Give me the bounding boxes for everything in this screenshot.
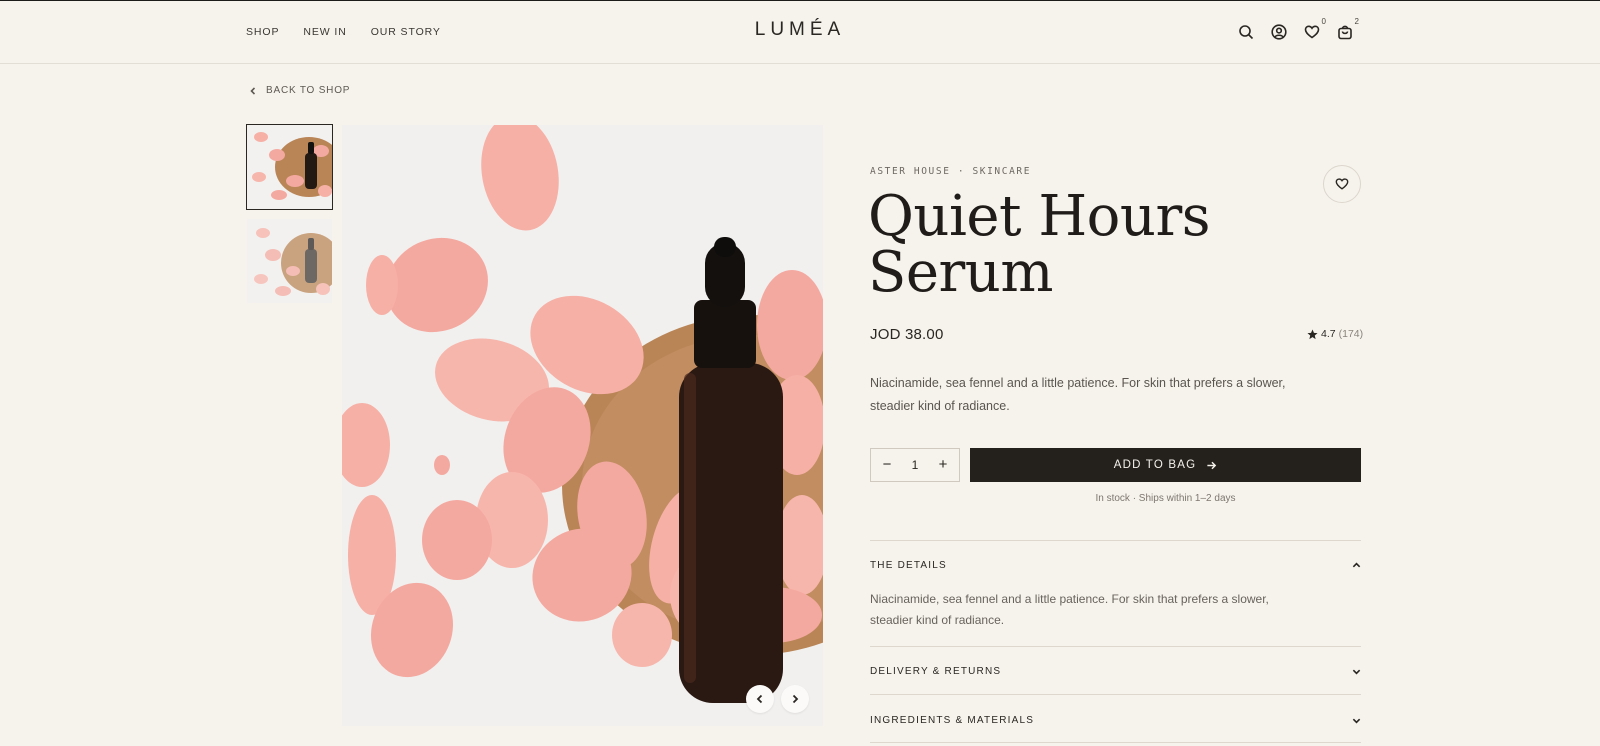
- accordion-details-body: Niacinamide, sea fennel and a little pat…: [870, 592, 1269, 627]
- product-main-image: [342, 125, 823, 726]
- brand-logo[interactable]: LUMÉA: [700, 19, 900, 41]
- account-button[interactable]: [1269, 21, 1289, 43]
- chevron-up-icon: [1352, 562, 1361, 567]
- accordion-divider: [870, 646, 1361, 647]
- product-description: Niacinamide, sea fennel and a little pat…: [870, 376, 1286, 413]
- product-thumbnail-image: [247, 125, 332, 209]
- accordion-divider: [870, 540, 1361, 541]
- quantity-value[interactable]: 1: [912, 458, 919, 472]
- arrow-right-icon: [1207, 461, 1217, 469]
- product-title: Quiet Hours Serum: [868, 189, 1288, 301]
- chevron-left-icon: [756, 694, 763, 704]
- chevron-right-icon: [792, 694, 799, 704]
- site-header: SHOP NEW IN OUR STORY LUMÉA 0 2: [0, 1, 1600, 64]
- nav-new-in[interactable]: NEW IN: [303, 26, 346, 38]
- bag-icon: [1338, 25, 1352, 40]
- accordion-details-header[interactable]: THE DETAILS: [870, 555, 1361, 575]
- accordion-delivery-label: DELIVERY & RETURNS: [870, 665, 1002, 677]
- decrease-quantity-button[interactable]: −: [879, 457, 895, 473]
- stock-status: In stock · Ships within 1–2 days: [1095, 493, 1236, 504]
- product-price: JOD 38.00: [870, 326, 944, 343]
- chevron-down-icon: [1352, 718, 1361, 723]
- chevron-left-icon: [250, 86, 256, 95]
- bag-count: 2: [1354, 17, 1359, 26]
- quantity-stepper: − 1 +: [870, 448, 960, 482]
- product-thumbnail-image: [247, 219, 332, 303]
- search-icon: [1239, 25, 1254, 40]
- product-title-line-2: Serum: [868, 240, 1053, 305]
- account-icon: [1271, 24, 1287, 40]
- accordion-ingredients-header[interactable]: INGREDIENTS & MATERIALS: [870, 710, 1361, 730]
- accordion-ingredients-label: INGREDIENTS & MATERIALS: [870, 714, 1035, 726]
- rating-count: (174): [1338, 328, 1364, 340]
- back-label: BACK TO SHOP: [266, 85, 351, 96]
- product-rating[interactable]: 4.7 (174): [1307, 328, 1363, 340]
- product-brand: ASTER HOUSE · SKINCARE: [870, 166, 1032, 177]
- heart-icon: [1304, 25, 1320, 39]
- nav-shop[interactable]: SHOP: [246, 26, 279, 38]
- thumbnail-2[interactable]: [247, 219, 332, 303]
- add-to-wishlist-button[interactable]: [1323, 165, 1361, 203]
- next-image-button[interactable]: [781, 685, 809, 713]
- chevron-down-icon: [1352, 669, 1361, 674]
- product-photo: [342, 125, 823, 726]
- wishlist-button[interactable]: 0: [1302, 17, 1326, 43]
- accordion-divider: [870, 742, 1361, 743]
- increase-quantity-button[interactable]: +: [935, 457, 951, 473]
- accordion-details-label: THE DETAILS: [870, 559, 947, 571]
- rating-value: 4.7: [1321, 328, 1336, 340]
- star-icon: [1307, 329, 1318, 339]
- prev-image-button[interactable]: [746, 685, 774, 713]
- add-to-bag-label: ADD TO BAG: [1113, 459, 1197, 471]
- search-button[interactable]: [1236, 21, 1256, 43]
- heart-icon: [1335, 178, 1349, 190]
- nav-our-story[interactable]: OUR STORY: [371, 26, 441, 38]
- wishlist-count: 0: [1321, 17, 1326, 26]
- thumbnail-1[interactable]: [246, 124, 333, 210]
- bag-button[interactable]: 2: [1335, 17, 1359, 43]
- header-icons: 0 2: [1236, 17, 1359, 43]
- back-to-shop-link[interactable]: BACK TO SHOP: [249, 85, 350, 96]
- add-to-bag-button[interactable]: ADD TO BAG: [970, 448, 1361, 482]
- main-nav: SHOP NEW IN OUR STORY: [246, 26, 441, 38]
- accordion-divider: [870, 694, 1361, 695]
- accordion-delivery-header[interactable]: DELIVERY & RETURNS: [870, 661, 1361, 681]
